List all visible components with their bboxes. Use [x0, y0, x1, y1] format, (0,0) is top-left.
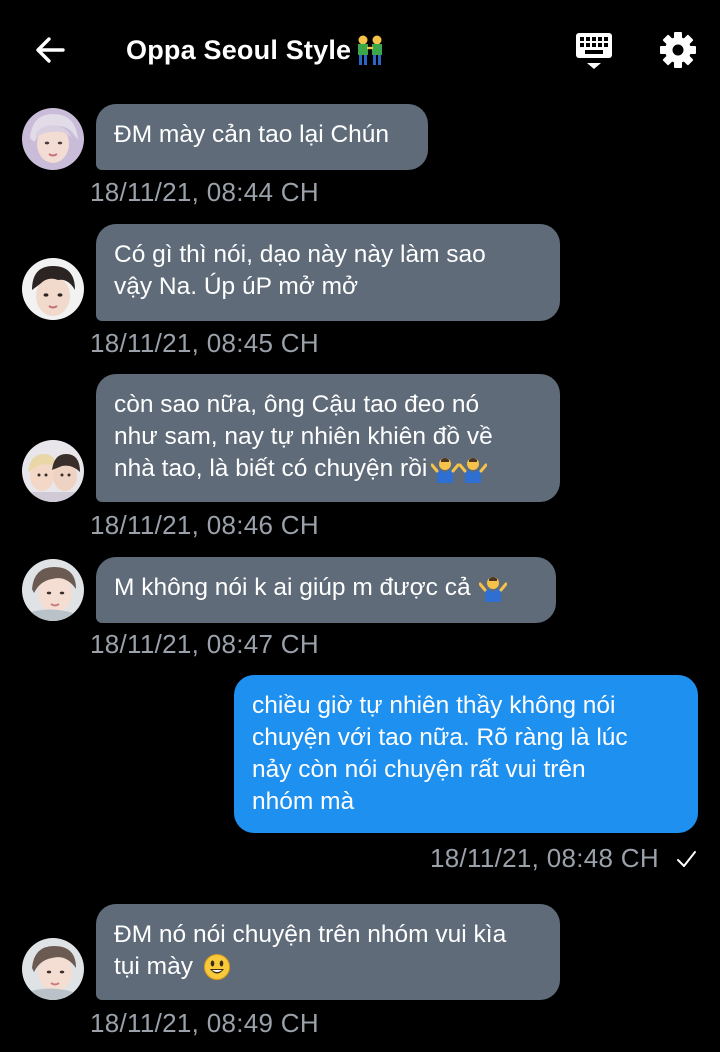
message-text: nhà tao, là biết có chuyện rồi	[114, 455, 428, 482]
sender-avatar[interactable]	[22, 938, 84, 1000]
message-text: nhóm mà	[252, 788, 355, 815]
message-text: M không nói k ai giúp m được cả	[114, 574, 471, 601]
message-text: như sam, nay tự nhiên khiên đồ về	[114, 423, 493, 450]
gear-icon[interactable]	[658, 30, 698, 70]
message-bubble[interactable]: ĐM mày cản tao lại Chún	[96, 104, 428, 170]
message-text: còn sao nữa, ông Cậu tao đeo nó	[114, 391, 480, 418]
keyboard-icon[interactable]	[574, 30, 614, 72]
check-icon	[677, 851, 696, 867]
message-bubble-outgoing[interactable]: chiều giờ tự nhiên thầy không nói chuyện…	[234, 675, 698, 833]
sender-avatar[interactable]	[22, 559, 84, 621]
sender-avatar[interactable]	[22, 440, 84, 502]
sender-avatar[interactable]	[22, 108, 84, 170]
message-bubble[interactable]: Có gì thì nói, dạo này này làm sao vậy N…	[96, 224, 560, 321]
message-text: Có gì thì nói, dạo này này làm sao	[114, 241, 486, 268]
message-timestamp: 18/11/21, 08:44 CH	[90, 177, 319, 207]
message-text: chuyện với tao nữa. Rõ ràng là lúc	[252, 724, 628, 751]
shrug-emoji-icon	[431, 458, 460, 483]
sender-avatar[interactable]	[22, 258, 84, 320]
message-text: chiều giờ tự nhiên thầy không nói	[252, 692, 616, 719]
chat-title-area[interactable]: Oppa Seoul Style	[126, 30, 387, 70]
shrug-emoji-icon	[459, 458, 488, 483]
message-text: nảy còn nói chuyện rất vui trên	[252, 756, 586, 783]
message-timestamp: 18/11/21, 08:46 CH	[90, 510, 319, 540]
couple-emoji-icon	[358, 35, 383, 65]
message-line: M không nói k ai giúp m được cả	[114, 572, 538, 604]
message-text: ĐM mày cản tao lại Chún	[114, 121, 390, 148]
message-bubble[interactable]: ĐM nó nói chuyện trên nhóm vui kìa tụi m…	[96, 904, 560, 1000]
message-timestamp: 18/11/21, 08:48 CH	[430, 843, 659, 873]
shrug-emoji-icon	[478, 577, 507, 602]
message-text: vậy Na. Úp úP mở mở	[114, 273, 359, 300]
chat-title: Oppa Seoul Style	[126, 34, 352, 65]
message-timestamp: 18/11/21, 08:45 CH	[90, 328, 319, 358]
message-line: nhà tao, là biết có chuyện rồi	[114, 453, 542, 485]
back-arrow-icon[interactable]	[30, 30, 70, 70]
message-line: tụi mày	[114, 951, 542, 983]
message-text: ĐM nó nói chuyện trên nhóm vui kìa	[114, 921, 507, 948]
chat-header: Oppa Seoul Style	[0, 0, 720, 100]
message-timestamp: 18/11/21, 08:47 CH	[90, 629, 319, 659]
message-bubble[interactable]: M không nói k ai giúp m được cả	[96, 557, 556, 623]
message-timestamp: 18/11/21, 08:49 CH	[90, 1008, 319, 1038]
message-text: tụi mày	[114, 953, 193, 980]
smile-emoji-icon	[203, 954, 230, 980]
message-bubble[interactable]: còn sao nữa, ông Cậu tao đeo nó như sam,…	[96, 374, 560, 502]
